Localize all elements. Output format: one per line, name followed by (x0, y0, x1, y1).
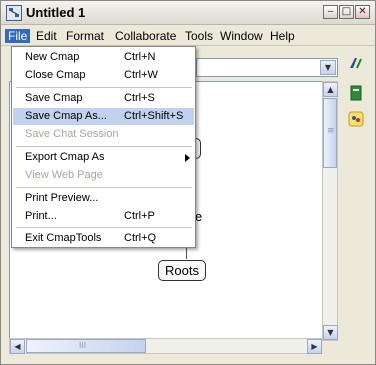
horizontal-scroll-thumb[interactable]: III (26, 339, 146, 353)
chevron-down-icon[interactable]: ▼ (320, 60, 336, 75)
scroll-down-icon[interactable]: ▼ (323, 325, 338, 340)
menu-item-label: Save Cmap (25, 92, 83, 104)
menu-bar: File Edit Format Collaborate Tools Windo… (1, 26, 375, 46)
scroll-right-icon[interactable]: ▶ (307, 339, 322, 354)
menu-item-shortcut: Ctrl+Shift+S (124, 110, 184, 122)
menu-item-label: Save Cmap As... (25, 110, 107, 122)
menu-item-save-cmap-as[interactable]: Save Cmap As... Ctrl+Shift+S (13, 108, 194, 125)
menu-help[interactable]: Help (267, 29, 298, 43)
menu-item-label: Print... (25, 210, 57, 222)
concept-node-roots[interactable]: Roots (158, 260, 206, 281)
menu-item-shortcut: Ctrl+N (124, 51, 156, 63)
menu-item-shortcut: Ctrl+S (124, 92, 155, 104)
vertical-scrollbar[interactable]: ▲ ≡ ▼ (322, 81, 338, 341)
menu-item-print-preview[interactable]: Print Preview... (13, 190, 194, 207)
menu-item-label: Close Cmap (25, 69, 86, 81)
menu-tools[interactable]: Tools (182, 29, 216, 43)
menu-item-label: Exit CmapTools (25, 232, 102, 244)
menu-item-label: Save Chat Session (25, 128, 119, 140)
close-button[interactable]: ✕ (355, 5, 370, 19)
thumb-grip: III (79, 341, 87, 350)
horizontal-scrollbar[interactable]: ◀ III ▶ (9, 338, 322, 354)
font-combo-box[interactable]: ▼ (196, 58, 338, 77)
menu-collaborate[interactable]: Collaborate (112, 29, 179, 43)
menu-item-label: Export Cmap As (25, 151, 105, 163)
menu-separator (16, 187, 192, 188)
menu-format[interactable]: Format (63, 29, 107, 43)
menu-item-shortcut: Ctrl+P (124, 210, 155, 222)
scroll-left-icon[interactable]: ◀ (10, 339, 25, 354)
book-icon[interactable] (348, 85, 364, 101)
window-title: Untitled 1 (26, 5, 86, 20)
title-bar: Untitled 1 ‒ □ ✕ (1, 1, 375, 25)
menu-item-label: Print Preview... (25, 192, 99, 204)
scroll-up-icon[interactable]: ▲ (323, 82, 338, 97)
link-label: e (195, 209, 203, 224)
vertical-scroll-thumb[interactable]: ≡ (323, 98, 337, 168)
menu-item-label: View Web Page (25, 169, 103, 181)
collaborate-icon[interactable] (348, 111, 364, 127)
menu-item-view-web-page: View Web Page (13, 167, 194, 184)
maximize-button[interactable]: □ (339, 5, 354, 19)
menu-item-export-cmap-as[interactable]: Export Cmap As (13, 149, 194, 166)
menu-file[interactable]: File (5, 29, 31, 43)
thumb-grip: ≡ (327, 126, 335, 136)
app-window: Untitled 1 ‒ □ ✕ File Edit Format Collab… (0, 0, 376, 365)
menu-item-label: New Cmap (25, 51, 80, 63)
menu-item-close-cmap[interactable]: Close Cmap Ctrl+W (13, 67, 194, 84)
menu-item-shortcut: Ctrl+W (124, 69, 158, 81)
menu-window[interactable]: Window (217, 29, 266, 43)
node-label: Roots (165, 263, 199, 278)
menu-separator (16, 146, 192, 147)
menu-separator (16, 87, 192, 88)
submenu-arrow-icon (185, 154, 190, 162)
menu-item-save-chat-session: Save Chat Session (13, 126, 194, 143)
file-menu-dropdown: New Cmap Ctrl+N Close Cmap Ctrl+W Save C… (11, 46, 196, 248)
menu-separator (16, 227, 192, 228)
cmaptools-app-icon (6, 5, 22, 21)
menu-item-shortcut: Ctrl+Q (124, 232, 157, 244)
menu-item-new-cmap[interactable]: New Cmap Ctrl+N (13, 49, 194, 66)
menu-edit[interactable]: Edit (33, 29, 60, 43)
menu-item-print[interactable]: Print... Ctrl+P (13, 208, 194, 225)
format-style-icon[interactable] (348, 55, 364, 71)
menu-item-exit-cmaptools[interactable]: Exit CmapTools Ctrl+Q (13, 230, 194, 247)
menu-item-save-cmap[interactable]: Save Cmap Ctrl+S (13, 90, 194, 107)
minimize-button[interactable]: ‒ (323, 5, 338, 19)
